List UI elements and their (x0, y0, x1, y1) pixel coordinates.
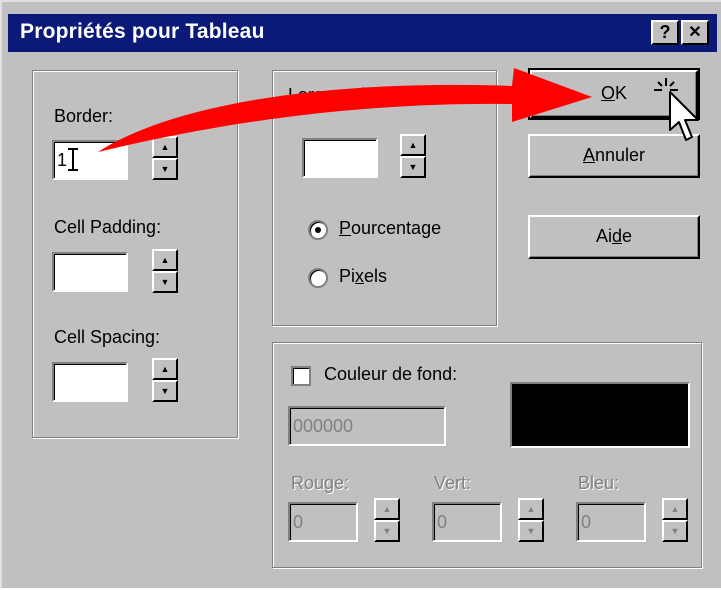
red-arrow (98, 68, 592, 152)
mouse-pointer-icon (669, 91, 699, 141)
table-properties-dialog: Propriétés pour Tableau ? ✕ Border: 1 ▲ … (0, 0, 721, 588)
annotation-overlay (68, 68, 699, 171)
text-cursor-icon (68, 148, 78, 171)
click-sparkle-icon (654, 78, 678, 91)
